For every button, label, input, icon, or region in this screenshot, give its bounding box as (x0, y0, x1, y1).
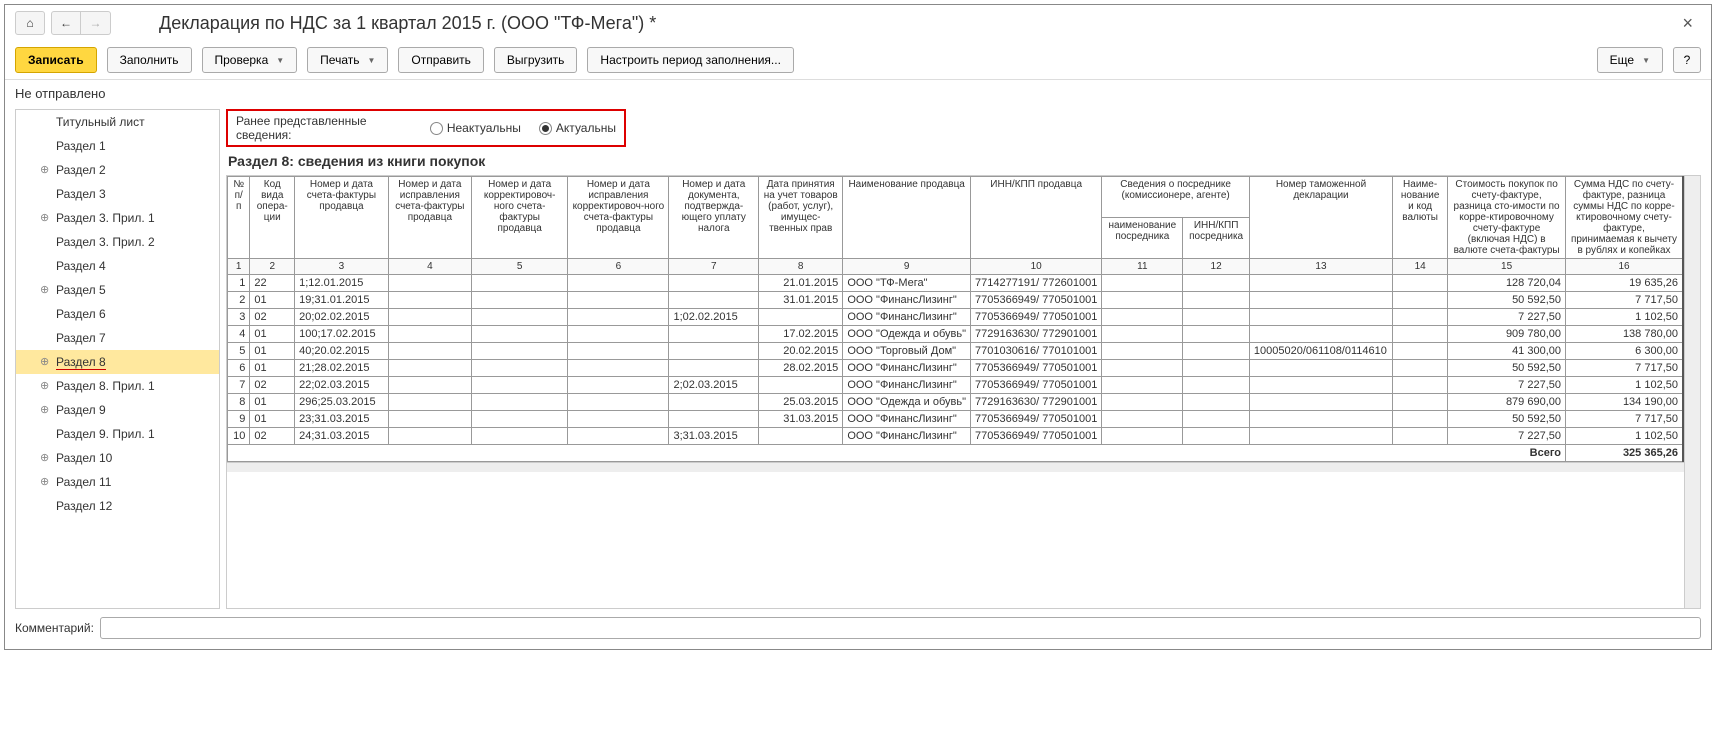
sidebar-item[interactable]: Раздел 3. Прил. 2 (16, 230, 219, 254)
col-number: 16 (1566, 259, 1684, 275)
check-button[interactable]: Проверка (202, 47, 298, 73)
sidebar-item[interactable]: Раздел 5 (16, 278, 219, 302)
th-seller: Наименование продавца (843, 177, 971, 259)
table-row[interactable]: 401100;17.02.201517.02.2015ООО "Одежда и… (228, 326, 1684, 343)
sidebar-item[interactable]: Раздел 2 (16, 158, 219, 182)
back-button[interactable]: ← (51, 11, 81, 35)
table-row[interactable]: 60121;28.02.201528.02.2015ООО "ФинансЛиз… (228, 360, 1684, 377)
sidebar-item[interactable]: Раздел 8. Прил. 1 (16, 374, 219, 398)
th-sf: Номер и дата счета-фактуры продавца (295, 177, 389, 259)
sidebar-item[interactable]: Титульный лист (16, 110, 219, 134)
relevance-radio-group: Ранее представленные сведения: Неактуаль… (226, 109, 626, 147)
sidebar-item[interactable]: Раздел 3. Прил. 1 (16, 206, 219, 230)
v-scrollbar[interactable] (1684, 176, 1700, 608)
toolbar: Записать Заполнить Проверка Печать Отпра… (5, 41, 1711, 80)
th-decl: Номер таможенной декларации (1249, 177, 1392, 259)
col-number: 10 (970, 259, 1101, 275)
purchase-book-table[interactable]: № п/п Код вида опера-ции Номер и дата сч… (227, 176, 1684, 608)
th-corr2: Номер и дата корректировоч-ного счета-фа… (472, 177, 568, 259)
radio-icon (539, 122, 552, 135)
th-corr3: Номер и дата исправления корректировоч-н… (568, 177, 669, 259)
th-agent-group: Сведения о посреднике (комиссионере, аге… (1102, 177, 1250, 218)
table-row[interactable]: 50140;20.02.201520.02.2015ООО "Торговый … (228, 343, 1684, 360)
th-op: Код вида опера-ции (250, 177, 295, 259)
send-button[interactable]: Отправить (398, 47, 484, 73)
comment-input[interactable] (100, 617, 1701, 639)
sidebar-item[interactable]: Раздел 8 (16, 350, 219, 374)
table-row[interactable]: 30220;02.02.20151;02.02.2015ООО "ФинансЛ… (228, 309, 1684, 326)
sidebar-item[interactable]: Раздел 1 (16, 134, 219, 158)
th-num: № п/п (228, 177, 250, 259)
save-button[interactable]: Записать (15, 47, 97, 73)
th-corr: Номер и дата исправления счета-фактуры п… (388, 177, 471, 259)
home-button[interactable]: ⌂ (15, 11, 45, 35)
fill-button[interactable]: Заполнить (107, 47, 192, 73)
th-nds: Сумма НДС по счету-фактуре, разница сумм… (1566, 177, 1684, 259)
sidebar-item[interactable]: Раздел 4 (16, 254, 219, 278)
page-title: Декларация по НДС за 1 квартал 2015 г. (… (159, 13, 656, 34)
th-inn: ИНН/КПП продавца (970, 177, 1101, 259)
th-doc: Номер и дата документа, подтвержда-ющего… (669, 177, 759, 259)
col-number: 3 (295, 259, 389, 275)
col-number: 11 (1102, 259, 1183, 275)
titlebar: ⌂ ← → Декларация по НДС за 1 квартал 201… (5, 5, 1711, 41)
radio-icon (430, 122, 443, 135)
radio-label: Ранее представленные сведения: (236, 114, 412, 142)
sidebar-item[interactable]: Раздел 9 (16, 398, 219, 422)
col-number: 4 (388, 259, 471, 275)
col-number: 2 (250, 259, 295, 275)
section-list: Титульный листРаздел 1Раздел 2Раздел 3Ра… (15, 109, 220, 609)
total-row: Всего325 365,26 (228, 445, 1684, 462)
forward-button[interactable]: → (81, 11, 111, 35)
col-number: 6 (568, 259, 669, 275)
col-number: 14 (1393, 259, 1448, 275)
radio-not-relevant[interactable]: Неактуальны (430, 121, 521, 135)
sidebar-item[interactable]: Раздел 9. Прил. 1 (16, 422, 219, 446)
footer: Комментарий: (5, 609, 1711, 649)
period-button[interactable]: Настроить период заполнения... (587, 47, 793, 73)
print-button[interactable]: Печать (307, 47, 388, 73)
th-date: Дата принятия на учет товаров (работ, ус… (759, 177, 843, 259)
sidebar-item[interactable]: Раздел 6 (16, 302, 219, 326)
col-number: 13 (1249, 259, 1392, 275)
sidebar-item[interactable]: Раздел 12 (16, 494, 219, 518)
table-row[interactable]: 801296;25.03.201525.03.2015ООО "Одежда и… (228, 394, 1684, 411)
table-row[interactable]: 70222;02.03.20152;02.03.2015ООО "ФинансЛ… (228, 377, 1684, 394)
sidebar-item[interactable]: Раздел 11 (16, 470, 219, 494)
table-row[interactable]: 1221;12.01.201521.01.2015ООО "ТФ-Мега"77… (228, 275, 1684, 292)
close-icon[interactable]: × (1674, 13, 1701, 34)
table-row[interactable]: 20119;31.01.201531.01.2015ООО "ФинансЛиз… (228, 292, 1684, 309)
th-agent-inn: ИНН/КПП посредника (1183, 218, 1250, 259)
th-curr: Наиме-нование и код валюты (1393, 177, 1448, 259)
help-button[interactable]: ? (1673, 47, 1701, 73)
col-number: 9 (843, 259, 971, 275)
col-number: 15 (1448, 259, 1566, 275)
app-window: ⌂ ← → Декларация по НДС за 1 квартал 201… (4, 4, 1712, 650)
table-row[interactable]: 100224;31.03.20153;31.03.2015ООО "Финанс… (228, 428, 1684, 445)
col-number: 8 (759, 259, 843, 275)
more-button[interactable]: Еще (1597, 47, 1663, 73)
comment-label: Комментарий: (15, 621, 94, 635)
export-button[interactable]: Выгрузить (494, 47, 578, 73)
section-title: Раздел 8: сведения из книги покупок (226, 147, 1701, 175)
sidebar-item[interactable]: Раздел 3 (16, 182, 219, 206)
sidebar-item[interactable]: Раздел 7 (16, 326, 219, 350)
status-text: Не отправлено (5, 80, 1711, 107)
th-cost: Стоимость покупок по счету-фактуре, разн… (1448, 177, 1566, 259)
h-scrollbar[interactable] (227, 462, 1684, 472)
col-number: 1 (228, 259, 250, 275)
col-number: 7 (669, 259, 759, 275)
col-number: 5 (472, 259, 568, 275)
col-number: 12 (1183, 259, 1250, 275)
sidebar-item[interactable]: Раздел 10 (16, 446, 219, 470)
th-agent-name: наименование посредника (1102, 218, 1183, 259)
table-row[interactable]: 90123;31.03.201531.03.2015ООО "ФинансЛиз… (228, 411, 1684, 428)
radio-relevant[interactable]: Актуальны (539, 121, 616, 135)
